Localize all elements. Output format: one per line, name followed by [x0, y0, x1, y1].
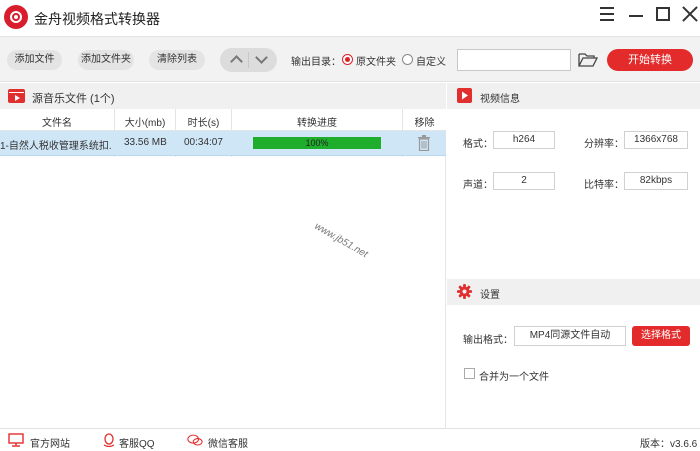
column-header-progress: 转换进度 — [297, 118, 337, 129]
column-header-duration: 时长(s) — [187, 118, 220, 129]
wechat-support-link[interactable]: 微信客服 — [208, 435, 248, 450]
trash-icon[interactable] — [418, 135, 430, 151]
clear-list-button[interactable]: 清除列表 — [149, 50, 205, 70]
file-duration-cell: 00:34:07 — [184, 137, 223, 148]
move-up-icon[interactable] — [225, 52, 249, 68]
bitrate-label: 比特率： — [584, 180, 624, 191]
file-size-cell: 33.56 MB — [124, 137, 167, 148]
add-file-button[interactable]: 添加文件 — [7, 50, 62, 70]
wechat-icon[interactable] — [187, 433, 203, 447]
close-icon[interactable] — [680, 4, 700, 24]
output-format-value: MP4同源文件自动 — [514, 326, 626, 346]
app-title: 金舟视频格式转换器 — [34, 11, 160, 27]
settings-title: 设置 — [480, 290, 500, 301]
progress-text: 100% — [305, 138, 329, 148]
menu-icon[interactable] — [597, 4, 617, 24]
radio-custom-folder[interactable] — [402, 54, 413, 65]
gear-icon — [457, 284, 472, 299]
add-folder-button[interactable]: 添加文件夹 — [78, 50, 134, 70]
app-logo-icon — [4, 5, 28, 29]
monitor-icon[interactable] — [8, 433, 24, 447]
file-list-header: 源音乐文件 (1个) — [0, 83, 446, 109]
video-info-header: 视频信息 — [447, 83, 700, 109]
title-bar: 金舟视频格式转换器 — [0, 0, 700, 36]
start-convert-button[interactable]: 开始转换 — [607, 49, 693, 71]
move-down-icon[interactable] — [250, 51, 274, 68]
website-link[interactable]: 官方网站 — [30, 435, 70, 450]
version-text: 版本：v3.6.6 — [640, 439, 698, 450]
merge-checkbox[interactable] — [464, 368, 475, 379]
move-buttons-group — [220, 48, 277, 72]
radio-original-folder[interactable] — [342, 54, 353, 65]
table-header: 文件名 大小(mb) 时长(s) 转换进度 移除 — [0, 109, 446, 131]
output-dir-label: 输出目录： — [291, 57, 341, 68]
merge-checkbox-label[interactable]: 合并为一个文件 — [479, 368, 549, 383]
column-header-filename: 文件名 — [42, 118, 72, 129]
file-list-title: 源音乐文件 (1个) — [32, 93, 115, 105]
play-icon — [457, 88, 472, 103]
qq-icon[interactable] — [101, 433, 117, 447]
table-row[interactable]: 1-自然人税收管理系统扣... 33.56 MB 00:34:07 100% — [0, 131, 446, 156]
channels-value: 2 — [493, 172, 555, 190]
choose-format-button[interactable]: 选择格式 — [632, 326, 690, 346]
progress-bar: 100% — [253, 137, 381, 149]
resolution-value: 1366x768 — [624, 131, 688, 149]
radio-original-folder-label[interactable]: 原文件夹 — [356, 53, 396, 68]
column-header-remove: 移除 — [414, 118, 435, 129]
format-value: h264 — [493, 131, 555, 149]
output-format-label: 输出格式： — [463, 335, 513, 346]
video-list-icon — [8, 89, 25, 103]
qq-support-link[interactable]: 客服QQ — [119, 435, 155, 450]
format-label: 格式： — [463, 139, 493, 150]
video-info-title: 视频信息 — [480, 94, 520, 105]
file-name-cell: 1-自然人税收管理系统扣... — [0, 141, 112, 152]
minimize-icon[interactable] — [626, 4, 646, 24]
status-bar: 官方网站 客服QQ 微信客服 版本：v3.6.6 — [0, 428, 700, 451]
toolbar: 添加文件 添加文件夹 清除列表 输出目录： 原文件夹 自定义 开始转换 — [0, 36, 700, 82]
maximize-icon[interactable] — [653, 4, 673, 24]
channels-label: 声道： — [463, 180, 493, 191]
resolution-label: 分辨率： — [584, 139, 624, 150]
radio-custom-folder-label[interactable]: 自定义 — [416, 53, 446, 68]
output-path-input[interactable] — [457, 49, 571, 71]
folder-open-icon[interactable] — [578, 52, 598, 68]
bitrate-value: 82kbps — [624, 172, 688, 190]
file-list-panel: 源音乐文件 (1个) 文件名 大小(mb) 时长(s) 转换进度 移除 1-自然… — [0, 83, 446, 428]
column-header-size: 大小(mb) — [124, 118, 166, 129]
settings-header: 设置 — [447, 279, 700, 305]
